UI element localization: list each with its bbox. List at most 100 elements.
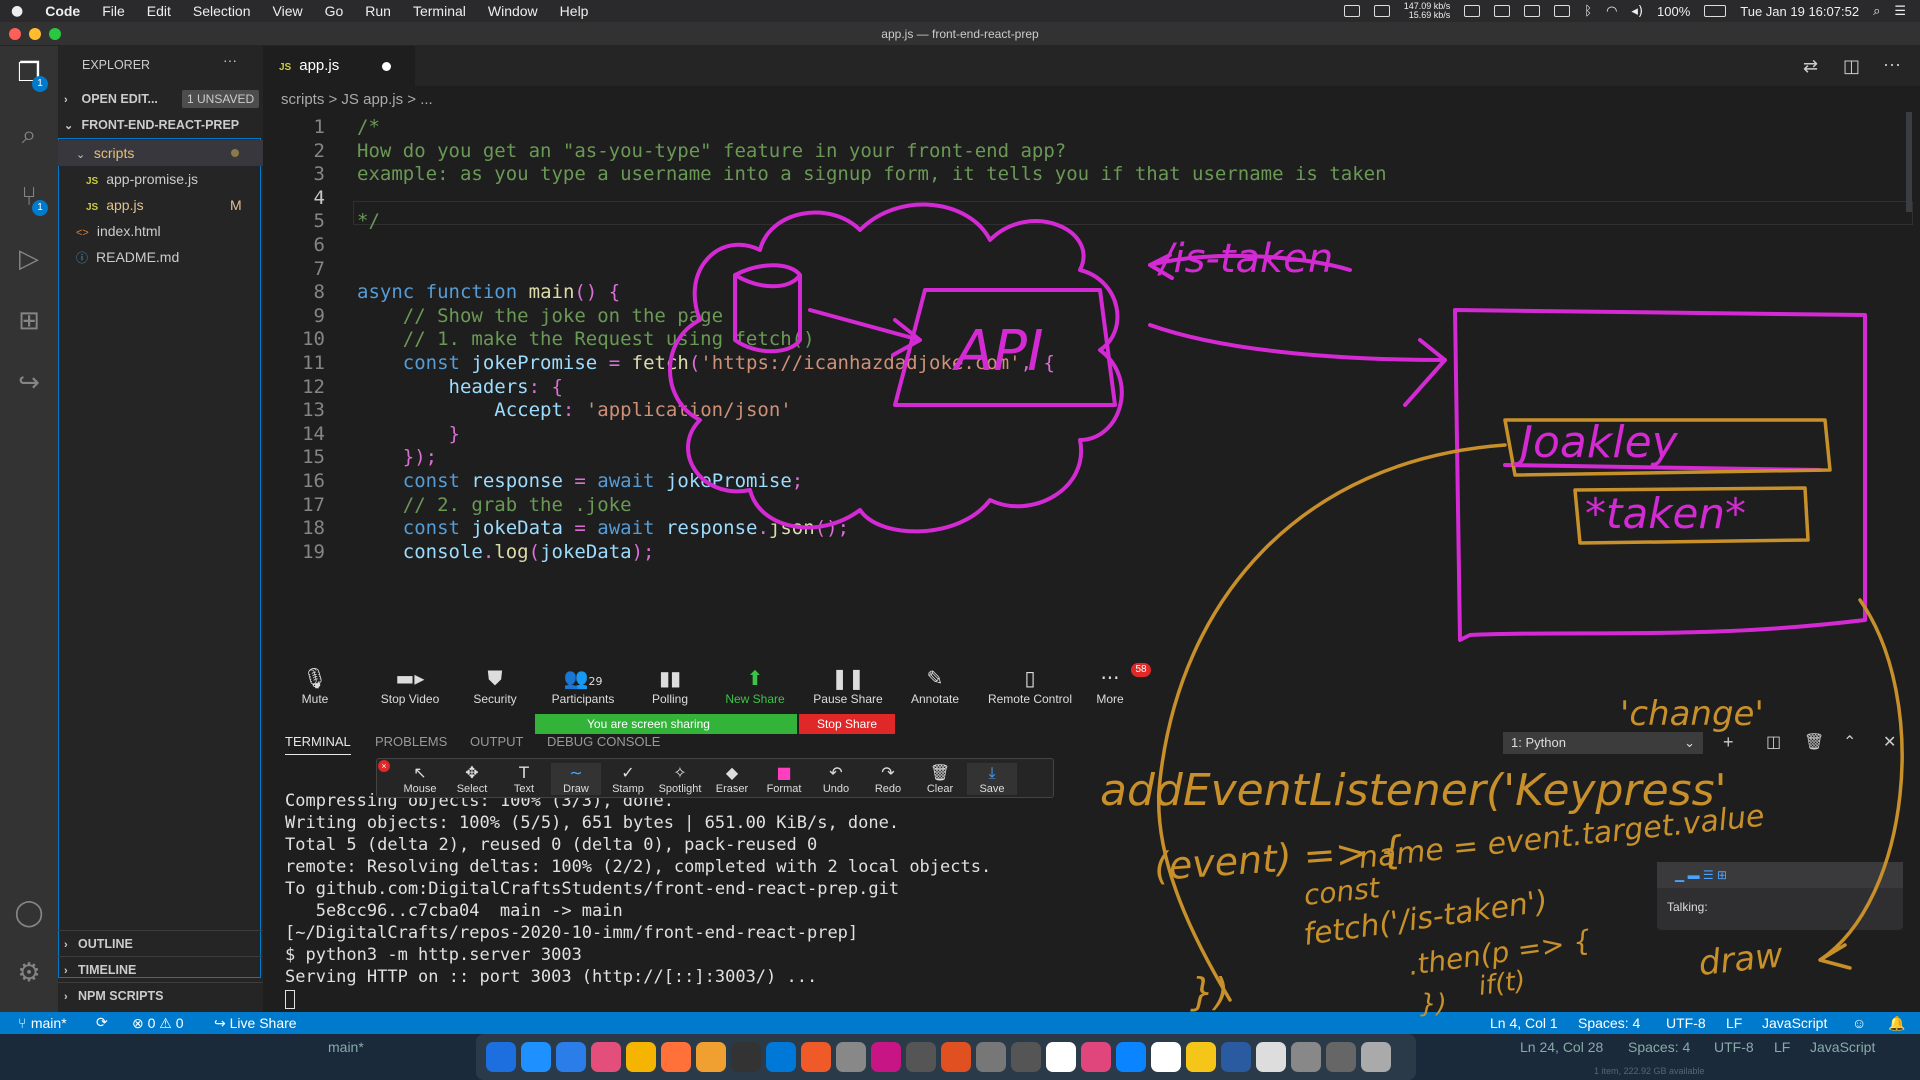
dock-app-icon[interactable]	[766, 1042, 796, 1072]
polling-button[interactable]: ▮▮ Polling	[640, 664, 700, 706]
dock-app-icon[interactable]	[626, 1042, 656, 1072]
code-line[interactable]: */	[357, 210, 380, 232]
close-window-button[interactable]	[9, 28, 21, 40]
tab-problems[interactable]: PROBLEMS	[375, 734, 447, 749]
participants-button[interactable]: 👥29 Participants	[543, 664, 623, 706]
run-debug-icon[interactable]: ▷	[12, 242, 46, 276]
volume-icon[interactable]: ◂)	[1631, 4, 1643, 19]
feedback-icon[interactable]: ☺	[1852, 1012, 1866, 1034]
annotate-tool-redo[interactable]: ↷ Redo	[863, 763, 913, 795]
dock-app-icon[interactable]	[1221, 1042, 1251, 1072]
cloud-icon[interactable]	[1524, 5, 1541, 17]
zoom-window-button[interactable]	[49, 28, 61, 40]
line-ending[interactable]: LF	[1726, 1012, 1742, 1034]
annotate-tool-draw[interactable]: ∼ Draw	[551, 763, 601, 795]
menu-run[interactable]: Run	[354, 3, 402, 19]
timeline-section[interactable]: › TIMELINE	[58, 956, 263, 982]
tab-app-js[interactable]: JS app.js	[263, 46, 415, 86]
code-line[interactable]: How do you get an "as-you-type" feature …	[357, 140, 1066, 162]
code-line[interactable]: const response = await jokePromise;	[357, 470, 803, 492]
code-editor[interactable]: 1 /* 2 How do you get an "as-you-type" feat…	[263, 112, 1920, 660]
dock-app-icon[interactable]	[1361, 1042, 1391, 1072]
bluetooth-icon[interactable]: ᛒ	[1584, 4, 1592, 19]
tree-file-readme[interactable]: ⓘ README.md	[58, 244, 263, 270]
dock-app-icon[interactable]	[941, 1042, 971, 1072]
annotate-tool-clear[interactable]: 🗑 Clear	[915, 763, 965, 795]
dock-app-icon[interactable]	[1291, 1042, 1321, 1072]
code-line[interactable]: // 2. grab the .joke	[357, 494, 632, 516]
remote-control-button[interactable]: ▯ Remote Control	[980, 664, 1080, 706]
dock-app-icon[interactable]	[731, 1042, 761, 1072]
code-line[interactable]: const jokePromise = fetch('https://icanh…	[357, 352, 1055, 374]
more-actions-icon[interactable]: ···	[223, 52, 237, 68]
more-editor-actions-icon[interactable]: ···	[1883, 54, 1901, 75]
dock-app-icon[interactable]	[696, 1042, 726, 1072]
display-icon[interactable]	[1554, 5, 1571, 17]
dock-app-icon[interactable]	[1151, 1042, 1181, 1072]
new-terminal-icon[interactable]: +	[1723, 732, 1734, 753]
code-line[interactable]: async function main() {	[357, 281, 620, 303]
menu-selection[interactable]: Selection	[182, 3, 262, 19]
search-icon[interactable]: ⌕	[12, 118, 46, 152]
wifi-icon[interactable]: ◠	[1606, 4, 1617, 19]
live-share-icon[interactable]: ↪	[12, 366, 46, 400]
terminal-select[interactable]: 1: Python ⌄	[1503, 732, 1703, 754]
code-line[interactable]: // 1. make the Request using fetch()	[357, 328, 815, 350]
open-editors-section[interactable]: › OPEN EDIT... 1 UNSAVED	[58, 86, 263, 112]
menu-view[interactable]: View	[262, 3, 314, 19]
tree-folder-scripts[interactable]: ⌄ scripts	[58, 140, 263, 166]
security-button[interactable]: ⛊ Security	[460, 664, 530, 706]
split-terminal-icon[interactable]: ◫	[1766, 732, 1781, 751]
more-button[interactable]: ··· More	[1085, 664, 1135, 706]
dock-app-icon[interactable]	[906, 1042, 936, 1072]
tree-file-index-html[interactable]: <> index.html	[58, 218, 263, 244]
encoding[interactable]: UTF-8	[1666, 1012, 1706, 1034]
menu-help[interactable]: Help	[549, 3, 600, 19]
code-line[interactable]: Accept: 'application/json'	[357, 399, 791, 421]
trash-icon[interactable]: 🗑	[1804, 732, 1824, 751]
branch-indicator[interactable]: ⑂ main*	[18, 1012, 67, 1035]
minimap-scrollbar[interactable]	[1906, 112, 1912, 212]
keyboard-icon[interactable]	[1464, 5, 1481, 17]
breadcrumb[interactable]: scripts > JS app.js > ...	[263, 88, 1920, 112]
view-mode-icons[interactable]: ▁ ▬ ☰ ⊞	[1657, 862, 1903, 888]
extensions-icon[interactable]: ⊞	[12, 304, 46, 338]
minimize-window-button[interactable]	[29, 28, 41, 40]
dock-app-icon[interactable]	[1011, 1042, 1041, 1072]
dock-app-icon[interactable]	[1081, 1042, 1111, 1072]
code-line[interactable]: console.log(jokeData);	[357, 541, 655, 563]
annotate-tool-mouse[interactable]: ↖ Mouse	[395, 763, 445, 795]
dock-app-icon[interactable]	[556, 1042, 586, 1072]
code-line[interactable]: /*	[357, 116, 380, 138]
code-line[interactable]: example: as you type a username into a s…	[357, 163, 1387, 185]
annotate-tool-format[interactable]: ■ Format	[759, 763, 809, 795]
dock-app-icon[interactable]	[1046, 1042, 1076, 1072]
cursor-position[interactable]: Ln 4, Col 1	[1490, 1012, 1558, 1034]
control-center-icon[interactable]: ☰	[1894, 4, 1906, 19]
annotate-tool-text[interactable]: T Text	[499, 763, 549, 795]
dock-app-icon[interactable]	[1186, 1042, 1216, 1072]
tab-terminal[interactable]: TERMINAL	[285, 734, 351, 755]
dock-app-icon[interactable]	[976, 1042, 1006, 1072]
tree-file-app-promise[interactable]: JS app-promise.js	[58, 166, 263, 192]
tab-output[interactable]: OUTPUT	[470, 734, 523, 749]
compare-changes-icon[interactable]: ⇄	[1803, 56, 1818, 77]
close-panel-icon[interactable]: ✕	[1883, 732, 1896, 752]
indentation[interactable]: Spaces: 4	[1578, 1012, 1640, 1034]
screen-icon[interactable]	[1373, 5, 1390, 17]
dock-app-icon[interactable]	[1256, 1042, 1286, 1072]
annotate-tool-undo[interactable]: ↶ Undo	[811, 763, 861, 795]
notifications-bell-icon[interactable]: 🔔	[1888, 1012, 1905, 1034]
dock-app-icon[interactable]	[521, 1042, 551, 1072]
zoom-status-icon[interactable]	[1343, 5, 1360, 17]
settings-gear-icon[interactable]: ⚙	[12, 956, 46, 990]
menu-app-name[interactable]: Code	[34, 3, 91, 19]
tree-file-app-js[interactable]: JS app.js M	[58, 192, 263, 218]
code-line[interactable]: const jokeData = await response.json();	[357, 517, 849, 539]
code-line[interactable]: }	[357, 423, 460, 445]
npm-scripts-section[interactable]: › NPM SCRIPTS	[58, 982, 263, 1008]
annotate-tool-save[interactable]: ⤓ Save	[967, 763, 1017, 795]
battery-icon[interactable]	[1704, 5, 1727, 17]
project-section[interactable]: ⌄ FRONT-END-REACT-PREP	[58, 112, 263, 138]
terminal-output[interactable]: Compressing objects: 100% (3/3), done. Wr…	[285, 790, 1385, 1010]
